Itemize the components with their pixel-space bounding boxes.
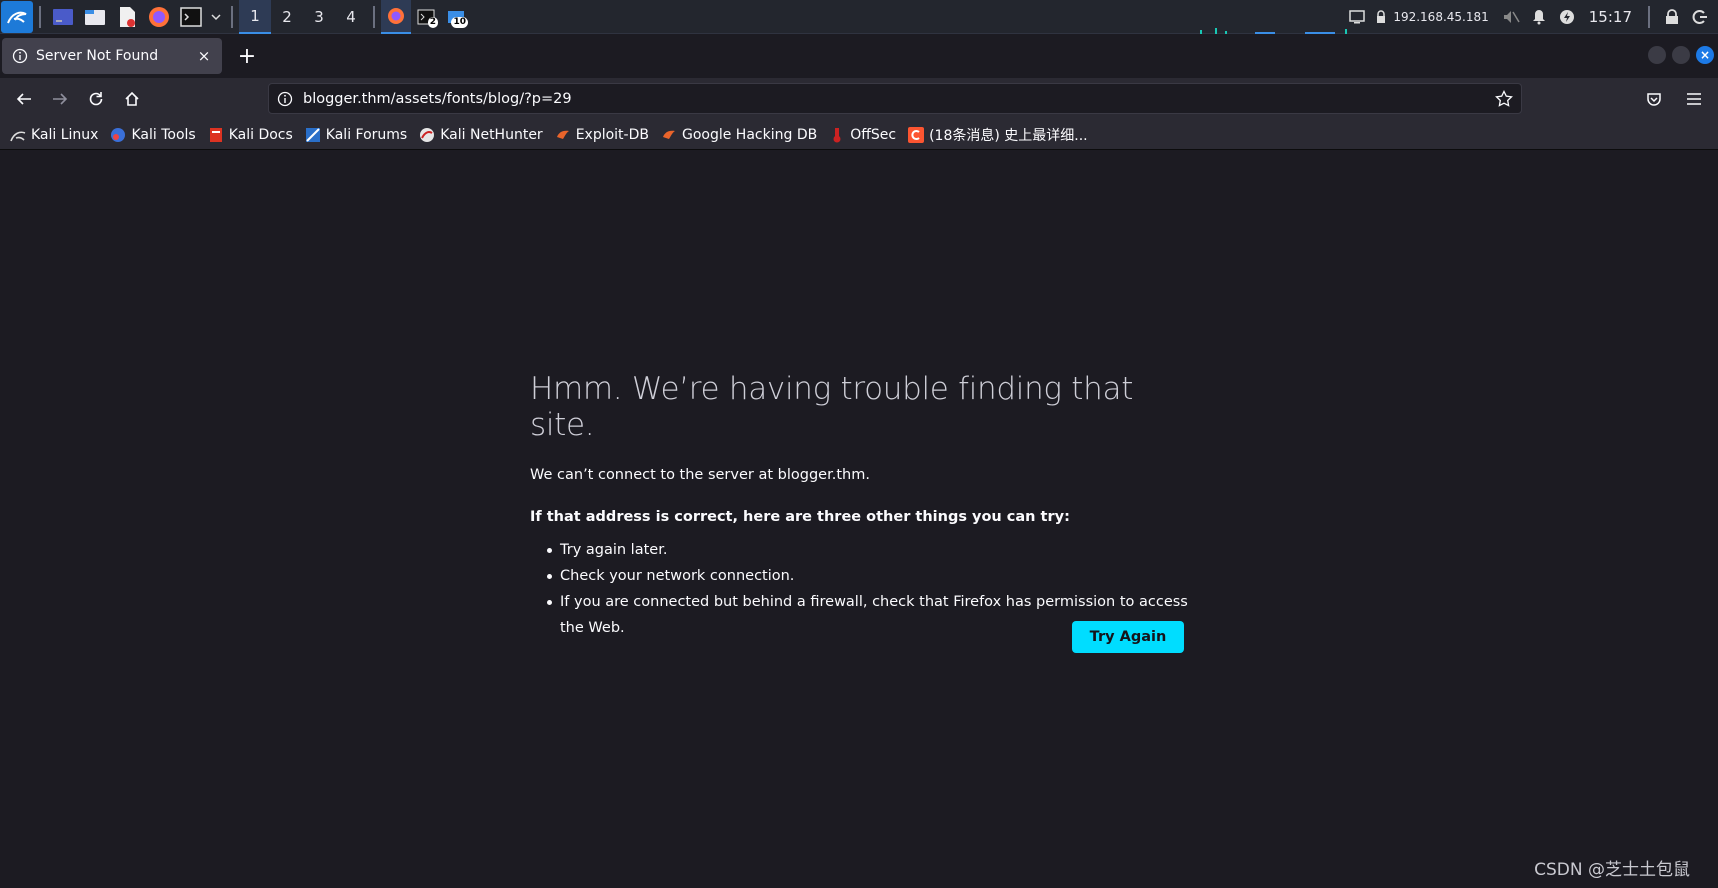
terminal-window-button[interactable]: 2 [411,0,441,34]
text-editor-icon[interactable] [115,5,139,29]
pocket-icon [1647,93,1661,106]
maximize-window-button[interactable] [1672,46,1690,64]
bookmark-star-icon[interactable] [1495,89,1513,108]
back-button[interactable] [6,83,42,115]
home-button[interactable] [114,83,150,115]
new-tab-button[interactable]: + [232,44,262,69]
list-item: Try again later. [547,537,1190,563]
bookmark-label: Kali NetHunter [440,126,543,143]
hamburger-menu-icon [1687,93,1701,105]
bookmark-csdn[interactable]: (18条消息) 史上最详细... [908,125,1088,145]
power-manager-icon[interactable] [1555,5,1579,29]
workspace-3[interactable]: 3 [303,0,335,34]
taskbar-separator [231,5,233,28]
volume-muted-icon[interactable] [1499,5,1523,29]
tab-strip: Server Not Found × + × [0,34,1718,78]
firefox-launcher-icon[interactable] [147,5,171,29]
firefox-window-button[interactable] [381,0,411,34]
notification-bell-icon[interactable] [1527,5,1551,29]
arrow-right-icon [53,93,68,105]
bookmark-label: Kali Tools [131,126,196,143]
list-item: Check your network connection. [547,563,1190,589]
close-tab-icon[interactable]: × [196,47,212,65]
kali-tools-icon [110,127,126,143]
files-count-badge: 10 [451,16,468,28]
kali-docs-icon [208,127,224,143]
kali-forums-icon [305,127,321,143]
chevron-down-icon[interactable] [209,5,223,29]
cpu-graph [1200,28,1347,34]
logout-icon[interactable] [1688,5,1712,29]
bookmark-label: Kali Forums [325,126,408,143]
bookmark-label: Exploit-DB [575,126,649,143]
bookmark-label: Google Hacking DB [681,126,818,143]
close-window-button[interactable]: × [1696,46,1714,64]
file-manager-icon[interactable] [83,5,107,29]
bookmark-label: (18条消息) 史上最详细... [929,127,1088,144]
bookmark-label: Kali Docs [228,126,293,143]
taskbar-separator [373,5,375,28]
csdn-icon [908,126,925,143]
navigation-toolbar: blogger.thm/assets/fonts/blog/?p=29 [0,78,1718,120]
desktop-taskbar: 1 2 3 4 2 10 192.168.45.181 15:17 [0,0,1718,34]
ghdb-icon [661,127,677,143]
files-window-button[interactable]: 10 [441,0,471,34]
display-icon[interactable] [1345,5,1369,29]
watermark: CSDN @芝士土包鼠 [1534,860,1690,880]
bookmark-google-hacking-db[interactable]: Google Hacking DB [661,127,817,143]
workspace-2[interactable]: 2 [271,0,303,34]
bookmark-label: OffSec [850,126,897,143]
firefox-icon [388,7,404,24]
reload-icon [89,92,103,106]
nethunter-icon [419,127,435,143]
error-suggestions-heading: If that address is correct, here are thr… [530,509,1070,525]
bookmark-kali-nethunter[interactable]: Kali NetHunter [419,126,543,143]
kali-menu-icon[interactable] [1,0,33,33]
pocket-button[interactable] [1638,83,1670,115]
taskbar-separator [1648,6,1650,28]
clock[interactable]: 15:17 [1589,8,1632,26]
error-container: Hmm. We’re having trouble finding that s… [530,371,1190,653]
page-content: Hmm. We’re having trouble finding that s… [0,151,1718,888]
try-again-button[interactable]: Try Again [1072,621,1184,653]
forward-button[interactable] [42,83,78,115]
offsec-icon [829,127,845,143]
error-description: We can’t connect to the server at blogge… [530,467,870,483]
arrow-left-icon [16,93,31,105]
show-desktop-icon[interactable] [51,5,75,29]
url-bar[interactable]: blogger.thm/assets/fonts/blog/?p=29 [268,83,1522,114]
kali-dragon-icon [10,127,26,143]
tab-server-not-found[interactable]: Server Not Found × [2,38,222,74]
bookmark-exploit-db[interactable]: Exploit-DB [555,127,649,143]
url-text[interactable]: blogger.thm/assets/fonts/blog/?p=29 [303,91,1495,107]
reload-button[interactable] [78,83,114,115]
network-icon[interactable] [1373,5,1389,29]
bookmark-kali-linux[interactable]: Kali Linux [10,127,98,143]
home-icon [125,91,139,106]
error-title: Hmm. We’re having trouble finding that s… [530,371,1134,443]
bookmarks-toolbar: Kali Linux Kali Tools Kali Docs Kali For… [0,120,1718,150]
lock-screen-icon[interactable] [1660,5,1684,29]
taskbar-separator [39,5,41,28]
bookmark-kali-tools[interactable]: Kali Tools [110,126,196,143]
workspace-4[interactable]: 4 [335,0,367,34]
bookmark-kali-docs[interactable]: Kali Docs [208,127,293,143]
info-icon[interactable] [277,91,293,107]
terminal-launcher-icon[interactable] [179,5,203,29]
bookmark-offsec[interactable]: OffSec [829,127,896,143]
info-icon [12,48,28,64]
ip-address-label: 192.168.45.181 [1393,10,1489,24]
terminal-count-badge: 2 [427,16,438,28]
bookmark-label: Kali Linux [31,126,99,143]
tab-title: Server Not Found [36,48,159,64]
bookmark-kali-forums[interactable]: Kali Forums [305,127,407,143]
app-menu-button[interactable] [1678,83,1710,115]
minimize-window-button[interactable] [1648,46,1666,64]
workspace-1[interactable]: 1 [239,0,271,34]
exploit-db-icon [555,127,571,143]
